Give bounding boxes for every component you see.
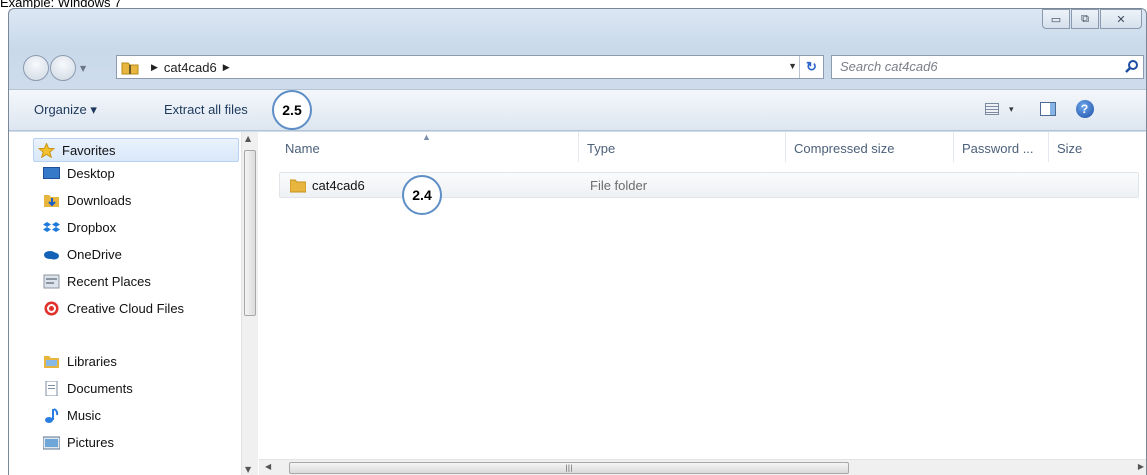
sidebar-item-favorites[interactable]: Favorites — [33, 138, 239, 162]
step-badge-extract: 2.5 — [272, 90, 312, 130]
sidebar-item-downloads[interactable]: Downloads — [43, 193, 131, 208]
onedrive-icon — [44, 251, 59, 260]
column-type[interactable]: Type — [579, 132, 786, 162]
close-button[interactable]: ✕ — [1100, 9, 1142, 29]
creative-cloud-icon — [44, 301, 59, 316]
recent-pages-dropdown[interactable]: ▼ — [80, 64, 86, 73]
sidebar-item-label: OneDrive — [67, 247, 122, 262]
scroll-down-icon[interactable]: ▼ — [245, 465, 251, 474]
forward-button[interactable] — [50, 55, 76, 81]
sidebar-item-label: Recent Places — [67, 274, 151, 289]
horizontal-scrollbar[interactable]: ◀ ||| ▶ — [259, 459, 1146, 475]
minimize-button[interactable]: ▭ — [1042, 9, 1070, 29]
folder-icon — [290, 179, 306, 193]
sidebar-item-label: Music — [67, 408, 101, 423]
sidebar-item-label: Desktop — [67, 166, 115, 181]
refresh-icon[interactable]: ↻ — [799, 56, 823, 78]
star-icon — [38, 142, 55, 158]
sidebar-item-creative-cloud[interactable]: Creative Cloud Files — [43, 301, 184, 316]
navigation-pane: Favorites Desktop Downloads Dropbox OneD… — [9, 132, 258, 475]
explorer-window: ▭ ⧉ ✕ ▼ ▶ cat4cad6 ▶ ▼ ↻ Search cat4cad6… — [8, 8, 1147, 475]
maximize-button[interactable]: ⧉ — [1071, 9, 1099, 29]
sidebar-item-onedrive[interactable]: OneDrive — [43, 247, 122, 262]
sidebar-item-recent-places[interactable]: Recent Places — [43, 274, 151, 289]
dropbox-icon — [43, 222, 60, 232]
sidebar-item-label: Downloads — [67, 193, 132, 208]
scroll-left-icon[interactable]: ◀ — [265, 462, 271, 471]
horizontal-scroll-thumb[interactable]: ||| — [289, 462, 849, 474]
title-bar: ▭ ⧉ ✕ — [9, 9, 1146, 49]
view-dropdown-icon[interactable]: ▾ — [1009, 104, 1014, 115]
sidebar-item-pictures[interactable]: Pictures — [43, 435, 114, 450]
scroll-up-icon[interactable]: ▲ — [245, 134, 251, 143]
column-size[interactable]: Size — [1049, 132, 1129, 162]
address-bar[interactable]: ▶ cat4cad6 ▶ ▼ ↻ — [116, 55, 824, 79]
view-controls: ▾ ? — [985, 100, 1094, 118]
sidebar-item-documents[interactable]: Documents — [43, 381, 133, 396]
breadcrumb-cat4cad6[interactable]: cat4cad6 — [164, 60, 217, 75]
pictures-icon — [43, 436, 60, 450]
breadcrumb-arrow-icon[interactable]: ▶ — [151, 62, 158, 73]
file-name: cat4cad6 — [312, 178, 365, 193]
scroll-right-icon[interactable]: ▶ — [1138, 462, 1144, 471]
column-headers: ▲ Name Type Compressed size Password ...… — [259, 132, 1146, 162]
documents-icon — [45, 381, 58, 396]
search-icon[interactable] — [1125, 59, 1139, 73]
sidebar-item-label: Documents — [67, 381, 133, 396]
column-compressed-size[interactable]: Compressed size — [786, 132, 954, 162]
nav-buttons: ▼ — [23, 55, 86, 81]
extract-all-files-button[interactable]: Extract all files — [164, 102, 248, 117]
file-list-pane: ▲ Name Type Compressed size Password ...… — [259, 132, 1146, 475]
step-badge-folder: 2.4 — [402, 175, 442, 215]
desktop-icon — [43, 167, 60, 179]
file-type: File folder — [590, 178, 648, 193]
navigation-scrollbar[interactable]: ▲ ▼ — [241, 132, 258, 475]
column-password[interactable]: Password ... — [954, 132, 1049, 162]
music-icon — [45, 408, 59, 423]
view-options-icon[interactable] — [985, 103, 999, 115]
address-dropdown-icon[interactable]: ▼ — [788, 61, 797, 71]
sidebar-item-music[interactable]: Music — [43, 408, 101, 423]
sidebar-item-label: Dropbox — [67, 220, 117, 235]
window-controls: ▭ ⧉ ✕ — [1041, 9, 1142, 29]
address-row: ▼ ▶ cat4cad6 ▶ ▼ ↻ Search cat4cad6 — [9, 51, 1146, 83]
back-button[interactable] — [23, 55, 49, 81]
downloads-folder-icon — [44, 195, 59, 207]
preview-pane-icon[interactable] — [1039, 102, 1056, 116]
recent-places-icon — [43, 274, 60, 289]
breadcrumb-arrow-icon[interactable]: ▶ — [223, 62, 230, 73]
search-placeholder: Search cat4cad6 — [840, 59, 938, 74]
favorites-label: Favorites — [62, 142, 116, 158]
libraries-label: Libraries — [67, 354, 117, 369]
command-toolbar: Organize ▾ Extract all files 2.5 ▾ ? — [9, 89, 1146, 131]
column-name[interactable]: Name — [277, 132, 579, 162]
sidebar-item-label: Creative Cloud Files — [67, 301, 185, 316]
organize-button[interactable]: Organize ▾ — [34, 102, 97, 118]
navigation-scroll-thumb[interactable] — [244, 150, 256, 316]
sidebar-item-label: Pictures — [67, 435, 114, 450]
sidebar-item-libraries[interactable]: Libraries — [43, 354, 117, 369]
sidebar-item-dropbox[interactable]: Dropbox — [43, 220, 116, 235]
sidebar-item-desktop[interactable]: Desktop — [43, 166, 115, 181]
search-input[interactable]: Search cat4cad6 — [831, 55, 1144, 79]
zip-folder-icon — [121, 60, 139, 75]
content-area: Favorites Desktop Downloads Dropbox OneD… — [9, 132, 1146, 475]
help-icon[interactable]: ? — [1075, 100, 1094, 118]
libraries-icon — [44, 356, 59, 368]
